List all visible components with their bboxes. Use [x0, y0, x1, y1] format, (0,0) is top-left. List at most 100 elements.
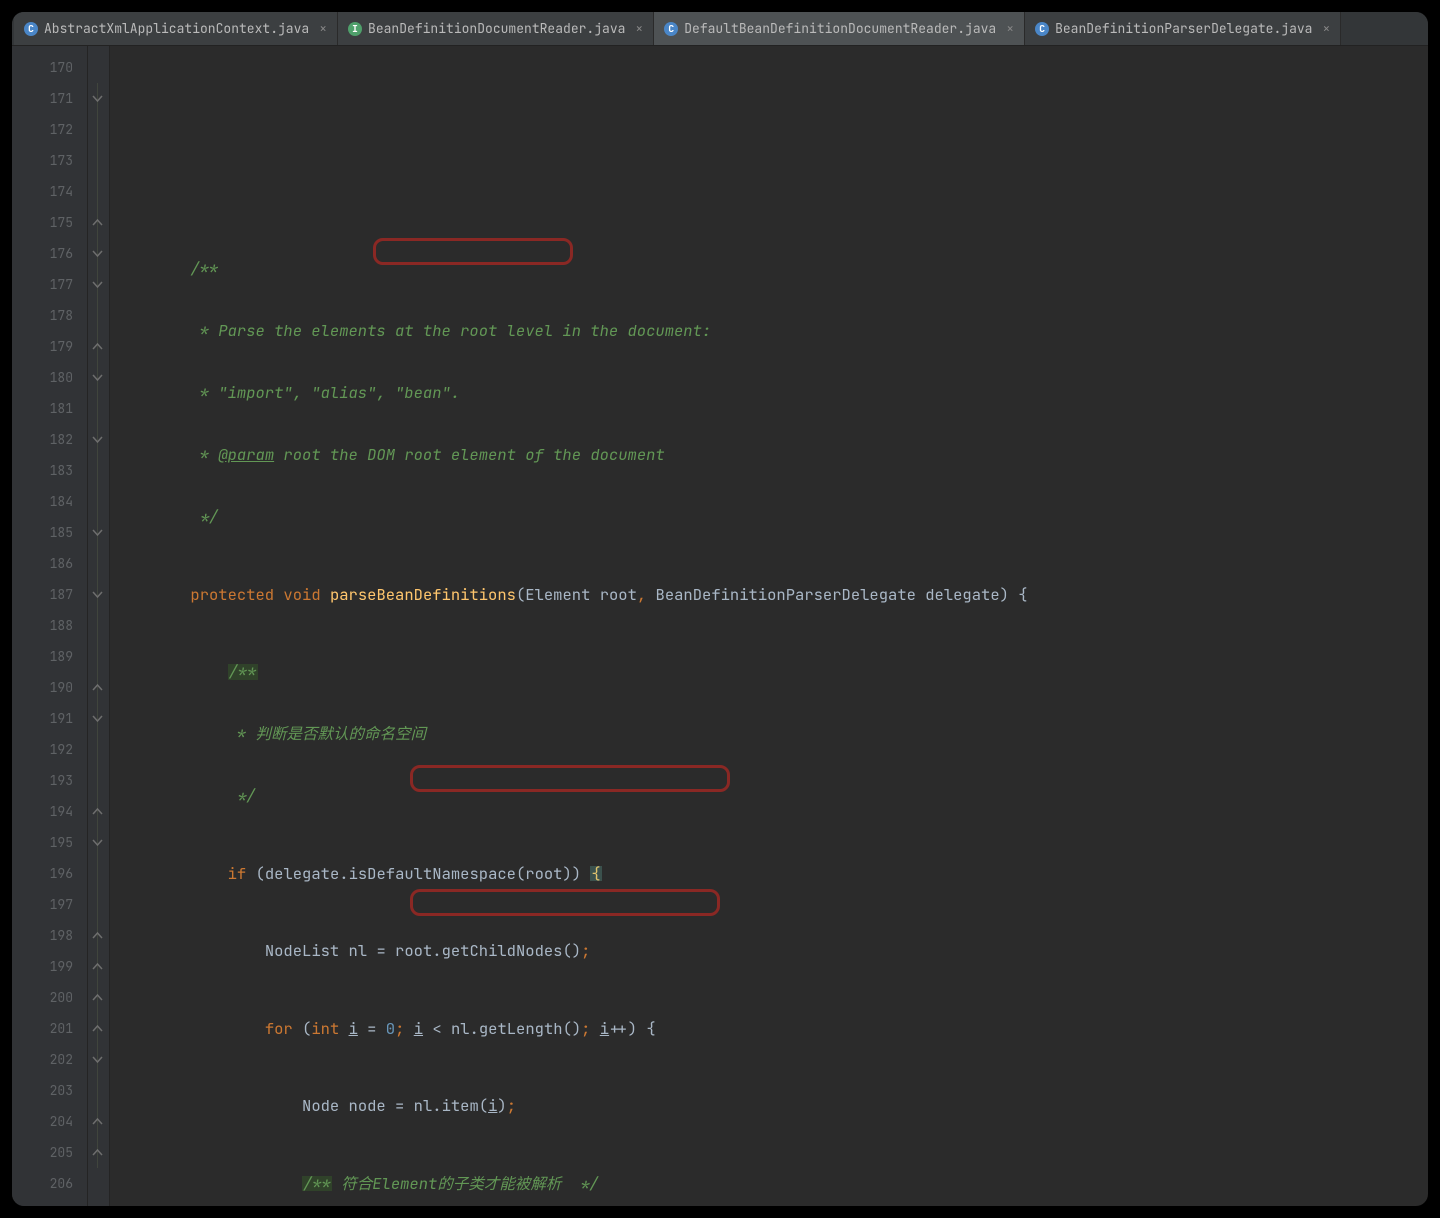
code-area[interactable]: /** * Parse the elements at the root lev…	[110, 46, 1428, 1206]
line-number: 203	[12, 1075, 87, 1106]
fold-cell	[88, 920, 109, 951]
fold-cell	[88, 548, 109, 579]
fold-end-icon	[92, 682, 103, 693]
class-icon: C	[24, 22, 38, 36]
line-number: 197	[12, 889, 87, 920]
line-number: 187	[12, 579, 87, 610]
fold-cell	[88, 951, 109, 982]
close-icon[interactable]: ×	[1006, 22, 1014, 35]
fold-toggle-icon[interactable]	[92, 372, 103, 383]
code-line: Node node = nl.item(i);	[110, 1091, 1428, 1122]
fold-toggle-icon[interactable]	[92, 1054, 103, 1065]
tab-2[interactable]: C DefaultBeanDefinitionDocumentReader.ja…	[654, 12, 1025, 45]
close-icon[interactable]: ×	[635, 22, 643, 35]
fold-cell	[88, 486, 109, 517]
fold-toggle-icon[interactable]	[92, 589, 103, 600]
code-line: NodeList nl = root.getChildNodes();	[110, 936, 1428, 967]
fold-cell	[88, 424, 109, 455]
line-number: 188	[12, 610, 87, 641]
fold-end-icon	[92, 1147, 103, 1158]
editor-body: 1701711721731741751761771781791801811821…	[12, 46, 1428, 1206]
fold-end-icon	[92, 930, 103, 941]
line-number: 190	[12, 672, 87, 703]
fold-end-icon	[92, 806, 103, 817]
tab-label: DefaultBeanDefinitionDocumentReader.java	[684, 22, 996, 35]
fold-cell	[88, 858, 109, 889]
fold-cell	[88, 641, 109, 672]
close-icon[interactable]: ×	[319, 22, 327, 35]
line-number: 171	[12, 83, 87, 114]
line-number: 201	[12, 1013, 87, 1044]
line-number: 175	[12, 207, 87, 238]
fold-cell	[88, 1075, 109, 1106]
fold-toggle-icon[interactable]	[92, 527, 103, 538]
fold-cell	[88, 827, 109, 858]
line-number: 179	[12, 331, 87, 362]
fold-end-icon	[92, 341, 103, 352]
fold-cell	[88, 734, 109, 765]
code-line: */	[110, 781, 1428, 812]
line-number: 177	[12, 269, 87, 300]
code-line: protected void parseBeanDefinitions(Elem…	[110, 579, 1428, 610]
tab-3[interactable]: C BeanDefinitionParserDelegate.java ×	[1025, 12, 1341, 45]
class-icon: C	[664, 22, 678, 36]
line-number: 184	[12, 486, 87, 517]
highlight-parseCustomElement	[410, 889, 720, 916]
fold-cell	[88, 362, 109, 393]
line-number: 195	[12, 827, 87, 858]
fold-toggle-icon[interactable]	[92, 93, 103, 104]
line-number: 191	[12, 703, 87, 734]
code-line: if (delegate.isDefaultNamespace(root)) {	[110, 858, 1428, 889]
code-line: * @param root the DOM root element of th…	[110, 440, 1428, 471]
fold-toggle-icon[interactable]	[92, 713, 103, 724]
fold-cell	[88, 52, 109, 83]
line-number: 181	[12, 393, 87, 424]
line-number: 180	[12, 362, 87, 393]
fold-end-icon	[92, 961, 103, 972]
line-number: 206	[12, 1168, 87, 1199]
line-number: 202	[12, 1044, 87, 1075]
tab-label: BeanDefinitionParserDelegate.java	[1055, 22, 1312, 35]
line-number: 193	[12, 765, 87, 796]
code-line: for (int i = 0; i < nl.getLength(); i++)…	[110, 1013, 1428, 1044]
close-icon[interactable]: ×	[1322, 22, 1330, 35]
line-number: 196	[12, 858, 87, 889]
fold-toggle-icon[interactable]	[92, 837, 103, 848]
line-number: 178	[12, 300, 87, 331]
line-number: 183	[12, 455, 87, 486]
fold-cell	[88, 114, 109, 145]
fold-cell	[88, 455, 109, 486]
code-line: */	[110, 502, 1428, 533]
fold-toggle-icon[interactable]	[92, 434, 103, 445]
code-line: * Parse the elements at the root level i…	[110, 316, 1428, 347]
fold-cell	[88, 207, 109, 238]
tab-label: BeanDefinitionDocumentReader.java	[368, 22, 625, 35]
code-line: * 判断是否默认的命名空间	[110, 719, 1428, 750]
line-number: 172	[12, 114, 87, 145]
code-line: /**	[110, 254, 1428, 285]
fold-cell	[88, 765, 109, 796]
fold-toggle-icon[interactable]	[92, 279, 103, 290]
code-line: * "import", "alias", "bean".	[110, 378, 1428, 409]
fold-cell	[88, 889, 109, 920]
fold-cell	[88, 145, 109, 176]
fold-cell	[88, 83, 109, 114]
fold-end-icon	[92, 1023, 103, 1034]
line-number: 194	[12, 796, 87, 827]
line-number: 176	[12, 238, 87, 269]
tab-1[interactable]: I BeanDefinitionDocumentReader.java ×	[338, 12, 654, 45]
fold-cell	[88, 982, 109, 1013]
tab-0[interactable]: C AbstractXmlApplicationContext.java ×	[14, 12, 338, 45]
fold-cell	[88, 579, 109, 610]
line-number: 182	[12, 424, 87, 455]
fold-end-icon	[92, 992, 103, 1003]
fold-cell	[88, 610, 109, 641]
ide-window: C AbstractXmlApplicationContext.java × I…	[12, 12, 1428, 1206]
line-number: 189	[12, 641, 87, 672]
line-number: 186	[12, 548, 87, 579]
fold-cell	[88, 517, 109, 548]
fold-toggle-icon[interactable]	[92, 248, 103, 259]
fold-column	[88, 46, 110, 1206]
fold-cell	[88, 1137, 109, 1168]
fold-cell	[88, 1106, 109, 1137]
